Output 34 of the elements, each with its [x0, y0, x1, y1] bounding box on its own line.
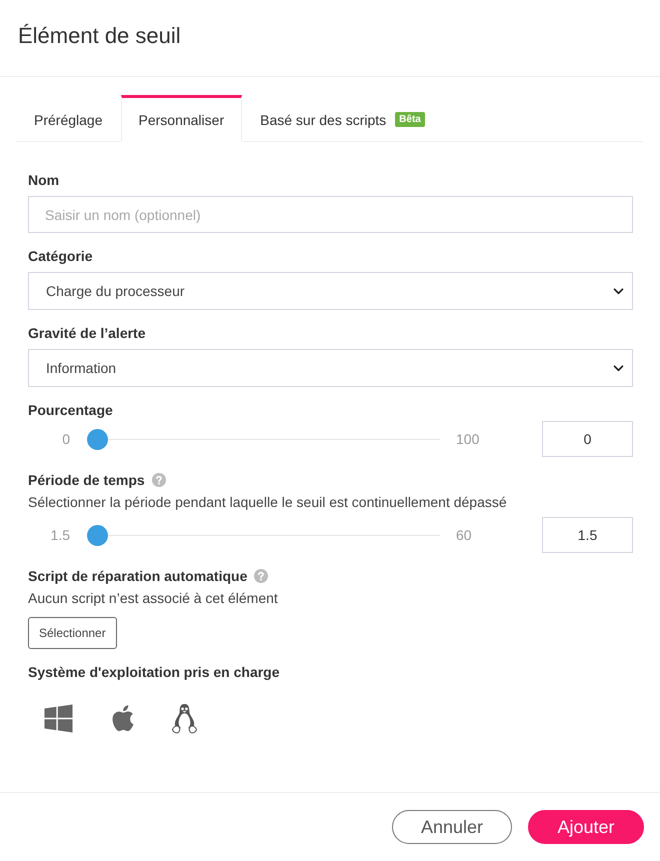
select-button[interactable]: Sélectionner	[28, 617, 117, 649]
dropdown-select[interactable]: Information	[28, 349, 633, 387]
field-label: Système d'exploitation pris en charge	[28, 664, 280, 680]
field-description: Sélectionner la période pendant laquelle le seuil est continuellement dépassé	[28, 493, 507, 512]
field-label: Catégorie	[28, 248, 93, 264]
value-input[interactable]: 1.5	[542, 517, 633, 553]
slider-thumb[interactable]	[87, 524, 108, 546]
field-label: Gravité de l’alerte	[28, 325, 146, 341]
penguin-icon	[171, 702, 198, 734]
field-label: Période de temps	[28, 472, 145, 488]
chevron-down-icon	[613, 288, 624, 294]
beta-badge: Bêta	[395, 112, 425, 127]
field-label: Pourcentage	[28, 402, 113, 418]
slider-min-label: 0	[61, 431, 71, 447]
dropdown-select[interactable]: Charge du processeur	[28, 272, 633, 310]
field-label: Script de réparation automatique	[28, 568, 248, 584]
value-input[interactable]: 0	[542, 421, 633, 457]
windows-logo-icon	[44, 704, 73, 732]
slider-min-label: 1.5	[50, 527, 71, 543]
field-description: Aucun script n’est associé à cet élément	[28, 589, 278, 608]
help-icon[interactable]	[254, 569, 268, 583]
dialog-title: Élément de seuil	[18, 23, 181, 49]
tab[interactable]: Préréglage	[16, 95, 120, 142]
tab[interactable]: Basé sur des scripts Bêta	[242, 95, 443, 142]
chevron-down-icon	[613, 364, 624, 372]
field-label: Nom	[28, 172, 60, 188]
slider-max-label: 100	[456, 431, 480, 447]
name-input[interactable]: Saisir un nom (optionnel)	[28, 196, 633, 233]
cancel-button[interactable]: Annuler	[392, 810, 512, 844]
slider-thumb[interactable]	[87, 428, 108, 450]
slider-max-label: 60	[456, 527, 473, 543]
tab[interactable]: Personnaliser	[120, 95, 242, 142]
help-icon[interactable]	[152, 473, 166, 487]
add-button[interactable]: Ajouter	[528, 810, 644, 844]
